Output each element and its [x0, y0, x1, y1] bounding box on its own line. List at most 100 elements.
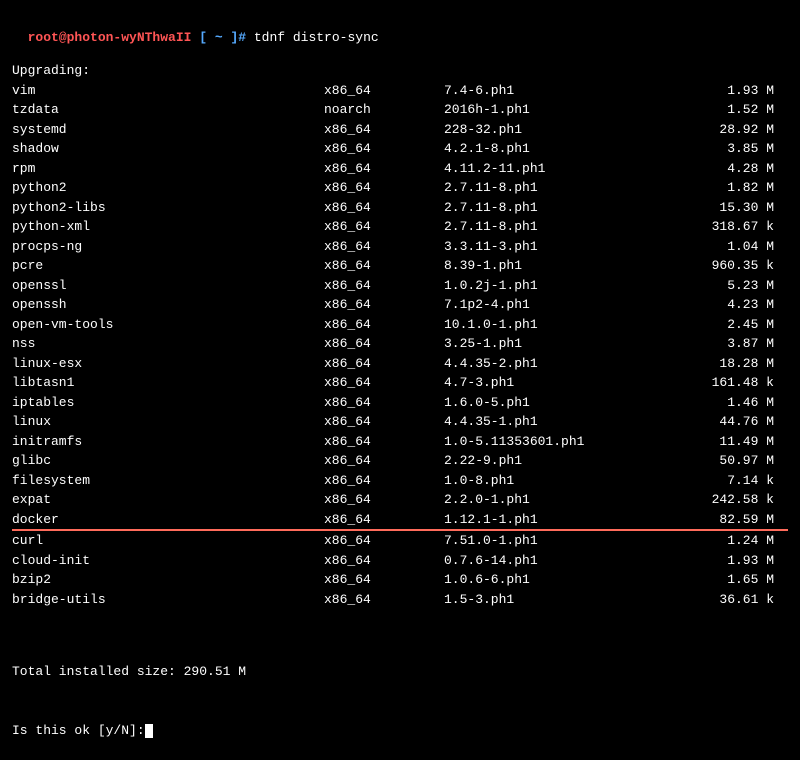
- package-size: 1.52 M: [644, 100, 774, 120]
- package-version: 3.3.11-3.ph1: [444, 237, 644, 257]
- package-name: curl: [12, 531, 324, 551]
- package-row: libtasn1x86_644.7-3.ph1161.48 k: [12, 373, 788, 393]
- prompt-path: [ ~ ]#: [191, 30, 246, 45]
- package-arch: x86_64: [324, 178, 444, 198]
- package-row: tzdatanoarch2016h-1.ph11.52 M: [12, 100, 788, 120]
- package-row: vimx86_647.4-6.ph11.93 M: [12, 81, 788, 101]
- shell-prompt: root@photon-wyNThwaII [ ~ ]# tdnf distro…: [12, 8, 788, 47]
- package-name: systemd: [12, 120, 324, 140]
- package-arch: x86_64: [324, 373, 444, 393]
- package-row: iptablesx86_641.6.0-5.ph11.46 M: [12, 393, 788, 413]
- package-name: initramfs: [12, 432, 324, 452]
- package-version: 1.6.0-5.ph1: [444, 393, 644, 413]
- package-version: 2.7.11-8.ph1: [444, 217, 644, 237]
- package-name: bzip2: [12, 570, 324, 590]
- package-size: 161.48 k: [644, 373, 774, 393]
- package-arch: x86_64: [324, 471, 444, 491]
- package-arch: x86_64: [324, 198, 444, 218]
- package-version: 7.4-6.ph1: [444, 81, 644, 101]
- package-name: linux: [12, 412, 324, 432]
- package-size: 1.82 M: [644, 178, 774, 198]
- package-version: 1.12.1-1.ph1: [444, 510, 644, 530]
- package-arch: x86_64: [324, 334, 444, 354]
- package-arch: x86_64: [324, 315, 444, 335]
- package-row: bridge-utilsx86_641.5-3.ph136.61 k: [12, 590, 788, 610]
- package-arch: x86_64: [324, 354, 444, 374]
- package-size: 18.28 M: [644, 354, 774, 374]
- package-size: 7.14 k: [644, 471, 774, 491]
- package-version: 10.1.0-1.ph1: [444, 315, 644, 335]
- package-size: 4.23 M: [644, 295, 774, 315]
- total-installed-size: Total installed size: 290.51 M: [12, 662, 788, 682]
- package-name: rpm: [12, 159, 324, 179]
- package-arch: x86_64: [324, 295, 444, 315]
- package-row: cloud-initx86_640.7.6-14.ph11.93 M: [12, 551, 788, 571]
- package-row: glibcx86_642.22-9.ph150.97 M: [12, 451, 788, 471]
- package-size: 960.35 k: [644, 256, 774, 276]
- package-name: nss: [12, 334, 324, 354]
- footer-block: Total installed size: 290.51 M Is this o…: [12, 623, 788, 760]
- package-version: 1.0.6-6.ph1: [444, 570, 644, 590]
- package-name: python2: [12, 178, 324, 198]
- package-arch: x86_64: [324, 570, 444, 590]
- package-arch: x86_64: [324, 432, 444, 452]
- package-size: 1.46 M: [644, 393, 774, 413]
- package-name: iptables: [12, 393, 324, 413]
- package-version: 1.5-3.ph1: [444, 590, 644, 610]
- cursor-icon: [145, 724, 153, 738]
- confirm-prompt[interactable]: Is this ok [y/N]:: [12, 721, 788, 741]
- package-name: linux-esx: [12, 354, 324, 374]
- package-row: shadowx86_644.2.1-8.ph13.85 M: [12, 139, 788, 159]
- package-row: initramfsx86_641.0-5.11353601.ph111.49 M: [12, 432, 788, 452]
- package-size: 28.92 M: [644, 120, 774, 140]
- package-size: 44.76 M: [644, 412, 774, 432]
- package-size: 5.23 M: [644, 276, 774, 296]
- package-row: rpmx86_644.11.2-11.ph14.28 M: [12, 159, 788, 179]
- package-arch: x86_64: [324, 256, 444, 276]
- package-size: 1.65 M: [644, 570, 774, 590]
- package-size: 242.58 k: [644, 490, 774, 510]
- package-name: shadow: [12, 139, 324, 159]
- package-name: docker: [12, 510, 324, 530]
- package-arch: x86_64: [324, 551, 444, 571]
- package-list: vimx86_647.4-6.ph11.93 Mtzdatanoarch2016…: [12, 81, 788, 610]
- package-size: 1.93 M: [644, 81, 774, 101]
- package-size: 11.49 M: [644, 432, 774, 452]
- package-version: 4.11.2-11.ph1: [444, 159, 644, 179]
- package-row: python2-libsx86_642.7.11-8.ph115.30 M: [12, 198, 788, 218]
- package-name: python2-libs: [12, 198, 324, 218]
- package-name: vim: [12, 81, 324, 101]
- package-version: 2.2.0-1.ph1: [444, 490, 644, 510]
- package-row: curlx86_647.51.0-1.ph11.24 M: [12, 531, 788, 551]
- package-arch: x86_64: [324, 120, 444, 140]
- package-row: bzip2x86_641.0.6-6.ph11.65 M: [12, 570, 788, 590]
- package-arch: x86_64: [324, 412, 444, 432]
- package-size: 82.59 M: [644, 510, 774, 530]
- package-size: 3.85 M: [644, 139, 774, 159]
- package-name: open-vm-tools: [12, 315, 324, 335]
- package-arch: x86_64: [324, 237, 444, 257]
- package-version: 4.7-3.ph1: [444, 373, 644, 393]
- package-version: 7.51.0-1.ph1: [444, 531, 644, 551]
- package-row: linuxx86_644.4.35-1.ph144.76 M: [12, 412, 788, 432]
- package-arch: x86_64: [324, 531, 444, 551]
- package-name: python-xml: [12, 217, 324, 237]
- package-version: 8.39-1.ph1: [444, 256, 644, 276]
- package-size: 4.28 M: [644, 159, 774, 179]
- package-row: expatx86_642.2.0-1.ph1242.58 k: [12, 490, 788, 510]
- section-header: Upgrading:: [12, 61, 788, 81]
- package-row: linux-esxx86_644.4.35-2.ph118.28 M: [12, 354, 788, 374]
- package-version: 4.4.35-2.ph1: [444, 354, 644, 374]
- package-row: dockerx86_641.12.1-1.ph182.59 M: [12, 510, 788, 532]
- package-name: expat: [12, 490, 324, 510]
- package-row: opensslx86_641.0.2j-1.ph15.23 M: [12, 276, 788, 296]
- package-arch: x86_64: [324, 393, 444, 413]
- package-arch: x86_64: [324, 490, 444, 510]
- package-size: 1.24 M: [644, 531, 774, 551]
- package-arch: x86_64: [324, 510, 444, 530]
- package-arch: x86_64: [324, 276, 444, 296]
- package-row: systemdx86_64228-32.ph128.92 M: [12, 120, 788, 140]
- package-size: 50.97 M: [644, 451, 774, 471]
- package-name: cloud-init: [12, 551, 324, 571]
- package-arch: x86_64: [324, 217, 444, 237]
